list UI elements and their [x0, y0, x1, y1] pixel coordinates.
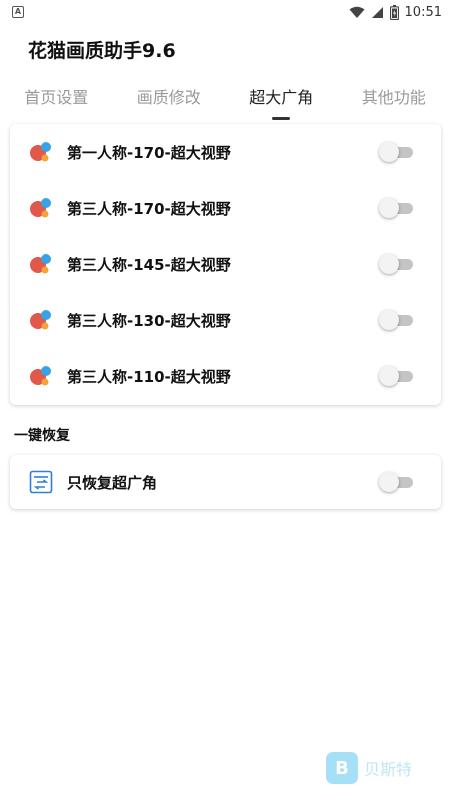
list-item[interactable]: 第三人称-145-超大视野: [10, 236, 441, 292]
active-tab-indicator: [272, 117, 291, 120]
tab-label: 超大广角: [249, 88, 314, 107]
section-title: 一键恢复: [14, 428, 70, 444]
tab-label: 首页设置: [24, 88, 89, 107]
status-right: 10:51: [349, 4, 442, 20]
toggle-thumb: [379, 472, 399, 492]
restore-card: 只恢复超广角: [10, 455, 441, 509]
toggle-thumb: [379, 254, 399, 274]
tab-bar: 首页设置 画质修改 超大广角 其他功能: [0, 78, 450, 120]
toggle-thumb: [379, 198, 399, 218]
balloon-icon: [30, 142, 51, 162]
balloon-icon: [30, 366, 51, 386]
wide-angle-card: 第一人称-170-超大视野 第三人称-170-超大视野 第三人称-145-超大视…: [10, 124, 441, 405]
restore-list-icon: [29, 470, 53, 494]
toggle-switch[interactable]: [379, 198, 415, 218]
item-label: 只恢复超广角: [67, 473, 158, 492]
app-title: 花猫画质助手9.6: [28, 40, 176, 62]
toggle-switch[interactable]: [379, 254, 415, 274]
toggle-switch[interactable]: [379, 310, 415, 330]
toggle-thumb: [379, 142, 399, 162]
status-time: 10:51: [404, 4, 442, 20]
balloon-icon: [30, 198, 51, 218]
list-item[interactable]: 第一人称-170-超大视野: [10, 124, 441, 180]
tab-quality-modify[interactable]: 画质修改: [133, 80, 205, 112]
item-label: 第三人称-145-超大视野: [67, 255, 231, 274]
notification-icon: A: [12, 6, 24, 18]
list-item[interactable]: 第三人称-170-超大视野: [10, 180, 441, 236]
toggle-switch[interactable]: [379, 472, 415, 492]
list-item[interactable]: 第三人称-130-超大视野: [10, 292, 441, 348]
status-left: A: [12, 6, 24, 18]
toggle-switch[interactable]: [379, 366, 415, 386]
wifi-icon: [349, 6, 365, 18]
item-label: 第三人称-170-超大视野: [67, 199, 231, 218]
toggle-thumb: [379, 310, 399, 330]
item-label: 第三人称-130-超大视野: [67, 311, 231, 330]
watermark: B 贝斯特: [326, 752, 412, 784]
item-label: 第一人称-170-超大视野: [67, 143, 231, 162]
list-item[interactable]: 只恢复超广角: [10, 455, 441, 509]
item-label: 第三人称-110-超大视野: [67, 367, 231, 386]
toggle-thumb: [379, 366, 399, 386]
tab-label: 其他功能: [361, 88, 426, 107]
cellular-signal-icon: [371, 6, 383, 18]
tab-home-settings[interactable]: 首页设置: [20, 80, 92, 112]
tab-wide-angle[interactable]: 超大广角: [245, 80, 317, 120]
balloon-icon: [30, 310, 51, 330]
toggle-switch[interactable]: [379, 142, 415, 162]
watermark-logo-icon: B: [326, 752, 358, 784]
balloon-icon: [30, 254, 51, 274]
status-bar: A 10:51: [0, 0, 450, 24]
list-item[interactable]: 第三人称-110-超大视野: [10, 348, 441, 404]
tab-other-functions[interactable]: 其他功能: [358, 80, 430, 112]
tab-label: 画质修改: [136, 88, 201, 107]
watermark-text: 贝斯特: [364, 760, 413, 779]
battery-icon: [389, 4, 399, 20]
